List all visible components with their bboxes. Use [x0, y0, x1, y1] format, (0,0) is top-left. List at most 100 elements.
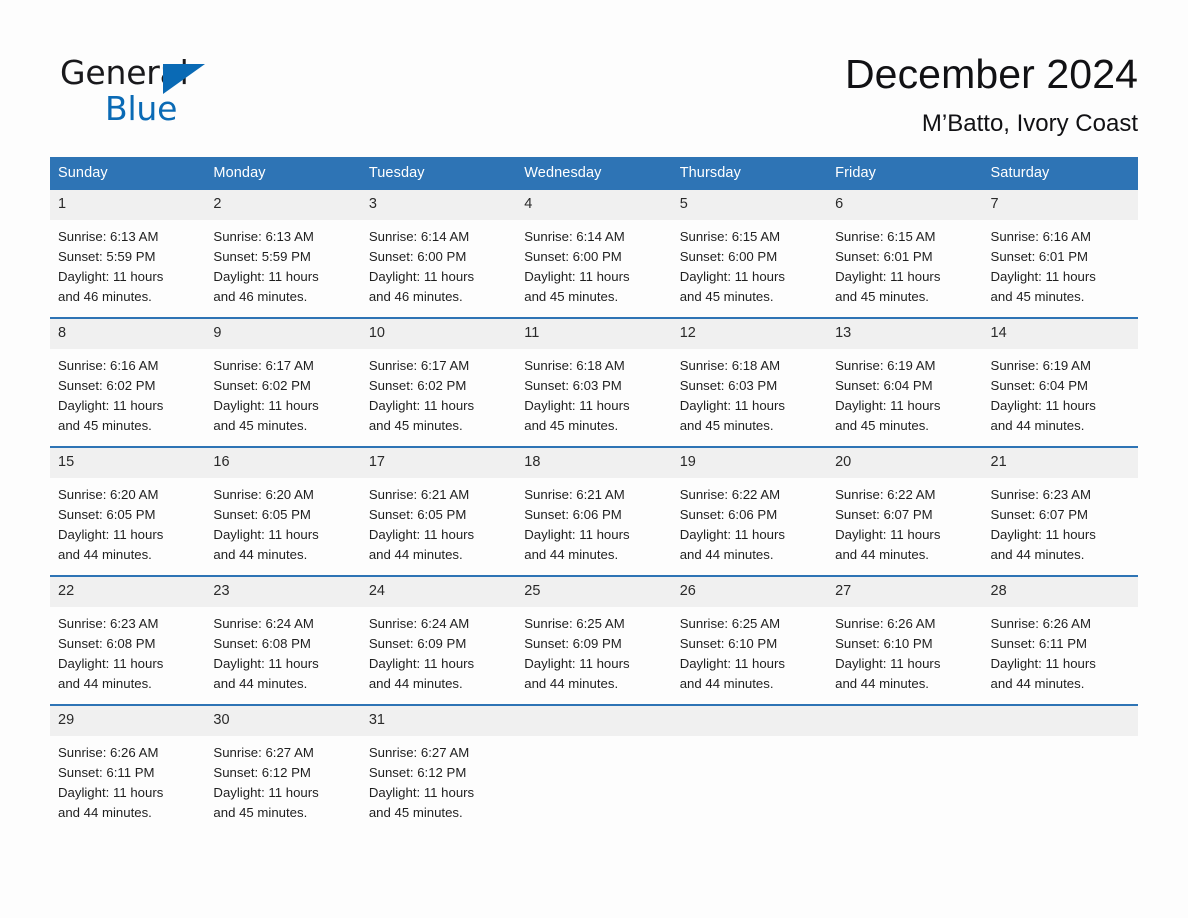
day-details: Sunrise: 6:15 AM Sunset: 6:00 PM Dayligh…: [672, 220, 827, 317]
day-number: 28: [982, 577, 1138, 607]
sunrise-text: Sunrise: 6:25 AM: [524, 616, 625, 631]
sunrise-text: Sunrise: 6:15 AM: [835, 229, 936, 244]
sunrise-text: Sunrise: 6:27 AM: [213, 745, 314, 760]
day-details: Sunrise: 6:21 AM Sunset: 6:05 PM Dayligh…: [361, 478, 516, 575]
day-number: 8: [50, 319, 206, 349]
sunset-text: Sunset: 6:12 PM: [213, 765, 311, 780]
day-details: Sunrise: 6:24 AM Sunset: 6:08 PM Dayligh…: [205, 607, 360, 704]
day-details: Sunrise: 6:13 AM Sunset: 5:59 PM Dayligh…: [50, 220, 205, 317]
day-cell[interactable]: 22 Sunrise: 6:23 AM Sunset: 6:08 PM Dayl…: [50, 575, 206, 705]
daylight-text-line1: Daylight: 11 hours: [990, 656, 1096, 671]
day-cell[interactable]: 20 Sunrise: 6:22 AM Sunset: 6:07 PM Dayl…: [827, 446, 983, 576]
day-cell[interactable]: 6 Sunrise: 6:15 AM Sunset: 6:01 PM Dayli…: [827, 190, 983, 318]
day-details: Sunrise: 6:23 AM Sunset: 6:07 PM Dayligh…: [983, 478, 1138, 575]
daylight-text-line2: and 44 minutes.: [835, 547, 929, 562]
day-details: Sunrise: 6:18 AM Sunset: 6:03 PM Dayligh…: [672, 349, 827, 446]
day-details: Sunrise: 6:25 AM Sunset: 6:09 PM Dayligh…: [516, 607, 671, 704]
daylight-text-line1: Daylight: 11 hours: [990, 269, 1096, 284]
daylight-text-line1: Daylight: 11 hours: [835, 269, 941, 284]
daylight-text-line2: and 44 minutes.: [990, 676, 1085, 691]
daylight-text-line1: Daylight: 11 hours: [213, 398, 319, 413]
sunrise-text: Sunrise: 6:17 AM: [213, 358, 314, 373]
sunrise-text: Sunrise: 6:20 AM: [213, 487, 314, 502]
day-number: 22: [50, 577, 206, 607]
day-number: 29: [50, 706, 206, 736]
day-number: [516, 706, 672, 736]
daylight-text-line1: Daylight: 11 hours: [213, 269, 319, 284]
day-number: 14: [982, 319, 1138, 349]
sunrise-text: Sunrise: 6:19 AM: [990, 358, 1091, 373]
daylight-text-line1: Daylight: 11 hours: [58, 527, 164, 542]
daylight-text-line1: Daylight: 11 hours: [368, 398, 475, 413]
day-details: Sunrise: 6:26 AM Sunset: 6:11 PM Dayligh…: [50, 736, 205, 833]
day-details: Sunrise: 6:17 AM Sunset: 6:02 PM Dayligh…: [361, 349, 516, 446]
daylight-text-line1: Daylight: 11 hours: [990, 527, 1096, 542]
sunrise-text: Sunrise: 6:21 AM: [368, 487, 470, 502]
day-cell[interactable]: 21 Sunrise: 6:23 AM Sunset: 6:07 PM Dayl…: [982, 446, 1138, 576]
daylight-text-line2: and 45 minutes.: [835, 418, 929, 433]
day-number: 20: [827, 448, 983, 478]
sunset-text: Sunset: 5:59 PM: [213, 249, 311, 264]
day-cell[interactable]: 8 Sunrise: 6:16 AM Sunset: 6:02 PM Dayli…: [50, 317, 206, 447]
daylight-text-line1: Daylight: 11 hours: [679, 527, 785, 542]
daylight-text-line2: and 45 minutes.: [524, 418, 619, 433]
day-cell[interactable]: 29 Sunrise: 6:26 AM Sunset: 6:11 PM Dayl…: [50, 704, 206, 833]
day-cell[interactable]: 11 Sunrise: 6:18 AM Sunset: 6:03 PM Dayl…: [516, 317, 672, 447]
day-cell[interactable]: 31 Sunrise: 6:27 AM Sunset: 6:12 PM Dayl…: [360, 704, 517, 833]
day-cell[interactable]: 25 Sunrise: 6:25 AM Sunset: 6:09 PM Dayl…: [516, 575, 672, 705]
sunrise-text: Sunrise: 6:25 AM: [679, 616, 781, 631]
day-details: Sunrise: 6:26 AM Sunset: 6:10 PM Dayligh…: [827, 607, 982, 704]
daylight-text-line2: and 44 minutes.: [368, 676, 463, 691]
day-cell[interactable]: 30 Sunrise: 6:27 AM Sunset: 6:12 PM Dayl…: [205, 704, 361, 833]
generalblue-logo[interactable]: General Blue: [60, 54, 280, 146]
sunrise-text: Sunrise: 6:22 AM: [679, 487, 781, 502]
day-number: 7: [982, 190, 1138, 220]
daylight-text-line1: Daylight: 11 hours: [58, 785, 164, 800]
day-number: [827, 706, 983, 736]
daylight-text-line2: and 44 minutes.: [58, 547, 152, 562]
day-cell[interactable]: 23 Sunrise: 6:24 AM Sunset: 6:08 PM Dayl…: [205, 575, 361, 705]
day-cell[interactable]: 10 Sunrise: 6:17 AM Sunset: 6:02 PM Dayl…: [360, 317, 517, 447]
weekday-header-wednesday: Wednesday: [516, 157, 672, 190]
day-cell[interactable]: 9 Sunrise: 6:17 AM Sunset: 6:02 PM Dayli…: [205, 317, 361, 447]
day-cell[interactable]: 4 Sunrise: 6:14 AM Sunset: 6:00 PM Dayli…: [516, 190, 672, 318]
day-cell[interactable]: 7 Sunrise: 6:16 AM Sunset: 6:01 PM Dayli…: [982, 190, 1138, 318]
day-cell[interactable]: 28 Sunrise: 6:26 AM Sunset: 6:11 PM Dayl…: [982, 575, 1138, 705]
day-number: 26: [671, 577, 828, 607]
day-cell[interactable]: 5 Sunrise: 6:15 AM Sunset: 6:00 PM Dayli…: [671, 190, 828, 318]
daylight-text-line2: and 45 minutes.: [213, 418, 308, 433]
daylight-text-line1: Daylight: 11 hours: [368, 785, 475, 800]
sunset-text: Sunset: 5:59 PM: [58, 249, 156, 264]
daylight-text-line2: and 45 minutes.: [368, 805, 463, 820]
calendar-week-row: 15 Sunrise: 6:20 AM Sunset: 6:05 PM Dayl…: [50, 446, 1138, 576]
sunset-text: Sunset: 6:02 PM: [58, 378, 156, 393]
daylight-text-line1: Daylight: 11 hours: [368, 656, 475, 671]
day-cell[interactable]: 13 Sunrise: 6:19 AM Sunset: 6:04 PM Dayl…: [827, 317, 983, 447]
day-cell[interactable]: 17 Sunrise: 6:21 AM Sunset: 6:05 PM Dayl…: [360, 446, 517, 576]
day-details: Sunrise: 6:26 AM Sunset: 6:11 PM Dayligh…: [983, 607, 1138, 704]
daylight-text-line2: and 45 minutes.: [58, 418, 152, 433]
day-cell[interactable]: 14 Sunrise: 6:19 AM Sunset: 6:04 PM Dayl…: [982, 317, 1138, 447]
day-details: Sunrise: 6:20 AM Sunset: 6:05 PM Dayligh…: [205, 478, 360, 575]
daylight-text-line1: Daylight: 11 hours: [213, 785, 319, 800]
day-cell[interactable]: 18 Sunrise: 6:21 AM Sunset: 6:06 PM Dayl…: [516, 446, 672, 576]
day-number: 15: [50, 448, 206, 478]
day-cell[interactable]: 1 Sunrise: 6:13 AM Sunset: 5:59 PM Dayli…: [50, 190, 206, 318]
day-cell[interactable]: 2 Sunrise: 6:13 AM Sunset: 5:59 PM Dayli…: [205, 190, 361, 318]
day-cell[interactable]: 24 Sunrise: 6:24 AM Sunset: 6:09 PM Dayl…: [360, 575, 517, 705]
day-cell[interactable]: 26 Sunrise: 6:25 AM Sunset: 6:10 PM Dayl…: [671, 575, 828, 705]
day-cell[interactable]: 19 Sunrise: 6:22 AM Sunset: 6:06 PM Dayl…: [671, 446, 828, 576]
daylight-text-line1: Daylight: 11 hours: [524, 269, 630, 284]
daylight-text-line2: and 46 minutes.: [58, 289, 152, 304]
sunset-text: Sunset: 6:10 PM: [835, 636, 933, 651]
sunset-text: Sunset: 6:05 PM: [58, 507, 156, 522]
day-cell[interactable]: 12 Sunrise: 6:18 AM Sunset: 6:03 PM Dayl…: [671, 317, 828, 447]
day-cell[interactable]: 16 Sunrise: 6:20 AM Sunset: 6:05 PM Dayl…: [205, 446, 361, 576]
sunset-text: Sunset: 6:06 PM: [679, 507, 778, 522]
day-cell[interactable]: 3 Sunrise: 6:14 AM Sunset: 6:00 PM Dayli…: [360, 190, 517, 318]
day-cell[interactable]: 27 Sunrise: 6:26 AM Sunset: 6:10 PM Dayl…: [827, 575, 983, 705]
daylight-text-line2: and 45 minutes.: [679, 418, 774, 433]
day-number: 4: [516, 190, 672, 220]
day-cell[interactable]: 15 Sunrise: 6:20 AM Sunset: 6:05 PM Dayl…: [50, 446, 206, 576]
day-details: Sunrise: 6:27 AM Sunset: 6:12 PM Dayligh…: [361, 736, 516, 833]
